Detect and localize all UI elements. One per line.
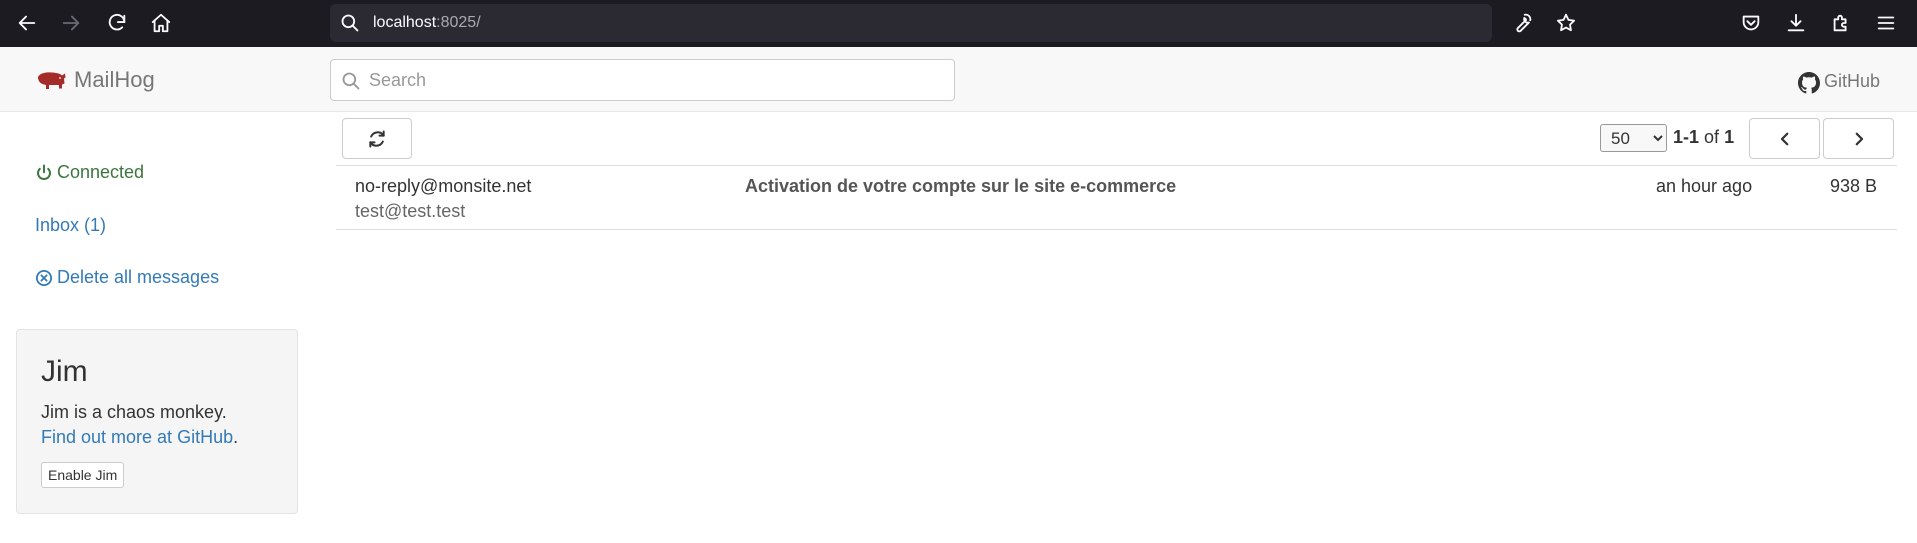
url-path: :8025/ [436, 14, 481, 31]
pagination-info: 1-1 of 1 [1673, 127, 1734, 148]
remove-circle-icon [35, 269, 53, 286]
next-page-button[interactable] [1823, 118, 1894, 159]
connected-label: Connected [57, 162, 145, 182]
arrow-left-icon [18, 15, 36, 31]
home-button[interactable] [146, 8, 176, 38]
github-icon [1797, 72, 1820, 94]
arrow-right-icon [62, 15, 80, 31]
search-icon [340, 13, 360, 33]
puzzle-icon [1833, 14, 1847, 32]
search-field[interactable] [330, 59, 955, 101]
github-label: GitHub [1823, 71, 1880, 91]
message-time: an hour ago [1656, 176, 1753, 196]
github-link[interactable]: GitHub [1797, 69, 1880, 94]
message-row[interactable]: no-reply@monsite.net test@test.test Acti… [336, 166, 1897, 230]
browser-toolbar: localhost:8025/ [0, 0, 1917, 47]
back-button[interactable] [12, 8, 42, 38]
search-input[interactable] [369, 66, 939, 94]
power-icon [37, 164, 51, 180]
pocket-button[interactable] [1736, 8, 1766, 38]
previous-page-button[interactable] [1749, 118, 1820, 159]
message-from: no-reply@monsite.net [355, 176, 532, 196]
message-subject: Activation de votre compte sur le site e… [745, 176, 1177, 196]
home-icon [151, 13, 171, 33]
reload-icon [108, 13, 126, 31]
refresh-button[interactable] [342, 118, 412, 159]
bookmark-button[interactable] [1551, 8, 1581, 38]
app-navbar: MailHog GitHub [0, 47, 1917, 112]
wrench-icon [1516, 13, 1532, 33]
url-text: localhost:8025/ [373, 14, 481, 32]
page-of-label: of [1704, 127, 1720, 147]
jim-title: Jim [41, 355, 88, 388]
jim-github-link[interactable]: Find out more at GitHub [41, 427, 233, 447]
per-page-select[interactable]: 50 [1600, 124, 1667, 152]
hamburger-menu-icon [1877, 16, 1895, 30]
forward-button[interactable] [56, 8, 86, 38]
menu-button[interactable] [1871, 8, 1901, 38]
pocket-icon [1742, 15, 1760, 31]
message-size: 938 B [1829, 176, 1877, 196]
enable-jim-button[interactable]: Enable Jim [41, 462, 125, 488]
download-icon [1787, 13, 1805, 32]
page-range: 1-1 [1673, 127, 1700, 147]
jim-link-suffix: . [233, 427, 239, 447]
connection-status: Connected [35, 162, 144, 183]
chevron-left-icon [1780, 132, 1788, 145]
downloads-button[interactable] [1781, 8, 1811, 38]
extensions-button[interactable] [1826, 8, 1856, 38]
star-icon [1557, 13, 1575, 32]
pig-logo-icon [38, 72, 66, 89]
search-icon [341, 71, 361, 91]
page-total: 1 [1724, 127, 1735, 147]
jim-panel: Jim Jim is a chaos monkey. Find out more… [16, 329, 298, 514]
refresh-icon [369, 130, 385, 147]
delete-all-messages-link[interactable]: Delete all messages [35, 267, 219, 288]
chevron-right-icon [1855, 132, 1863, 145]
reload-button[interactable] [102, 8, 132, 38]
address-bar[interactable]: localhost:8025/ [330, 4, 1492, 42]
url-host: localhost [373, 14, 437, 31]
jim-description: Jim is a chaos monkey. [41, 402, 227, 422]
jim-link-line: Find out more at GitHub. [41, 427, 238, 448]
brand-link[interactable]: MailHog [35, 67, 155, 93]
sidebar-item-inbox[interactable]: Inbox (1) [35, 215, 106, 236]
tools-button[interactable] [1507, 8, 1537, 38]
message-to: test@test.test [355, 201, 466, 221]
brand-name: MailHog [74, 67, 155, 92]
delete-all-label: Delete all messages [57, 267, 220, 287]
inbox-label: Inbox (1) [35, 215, 107, 235]
